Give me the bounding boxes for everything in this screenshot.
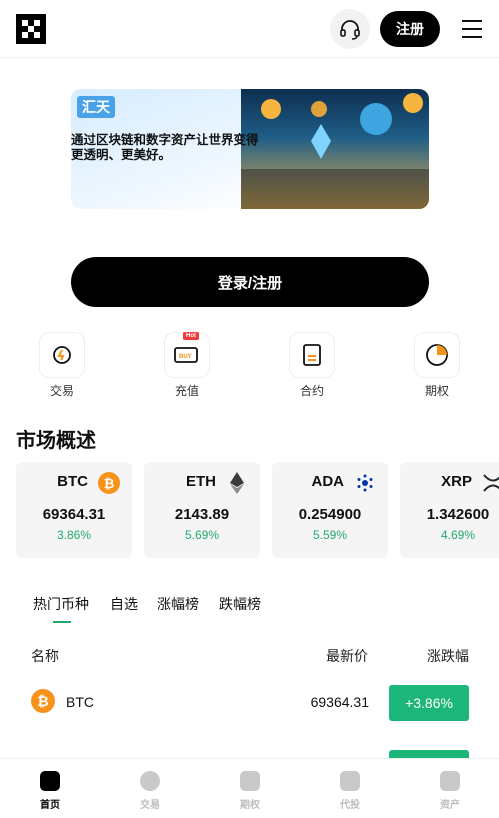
wallet-icon: [440, 771, 460, 791]
options-icon: [414, 332, 460, 378]
card-symbol: BTC: [57, 473, 88, 490]
quick-nav-label: 充值: [174, 384, 199, 398]
quick-nav-contract[interactable]: 合约: [282, 332, 342, 402]
options-icon: [240, 771, 260, 791]
active-tab-indicator: [53, 621, 71, 623]
card-symbol: XRP: [441, 473, 472, 490]
card-price: 2143.89: [174, 506, 230, 523]
headset-icon: [340, 20, 360, 40]
trade-icon: [140, 771, 160, 791]
banner-image: [241, 89, 429, 209]
quick-nav-label: 期权: [424, 384, 449, 398]
card-price: 69364.31: [42, 506, 106, 523]
tab-gainers[interactable]: 涨幅榜: [157, 594, 199, 614]
card-price: 1.342600: [426, 506, 490, 523]
market-card-ada[interactable]: ADA 0.254900 5.59%: [272, 462, 388, 558]
nav-label: 交易: [140, 800, 160, 811]
market-overview-title: 市场概述: [16, 430, 96, 452]
nav-home[interactable]: 首页: [0, 759, 100, 818]
contract-icon: [289, 332, 335, 378]
tab-losers[interactable]: 跌幅榜: [219, 594, 261, 614]
bitcoin-icon: ₿: [31, 689, 55, 713]
column-header-price: 最新价: [326, 648, 368, 664]
row-change-badge[interactable]: +3.86%: [389, 685, 469, 721]
row-price: 69364.31: [310, 694, 369, 710]
tab-favorites[interactable]: 自选: [110, 594, 138, 614]
banner-brand: 汇天: [77, 96, 115, 118]
promo-banner[interactable]: 汇天 通过区块链和数字资产让世界变得更透明、更美好。: [71, 89, 429, 209]
app-page: 注册 汇天 通过区块链和数字资产让世界变得更透明、更美好。 登录/注册 交易 B…: [0, 0, 499, 818]
bottom-nav: 首页 交易 期权 代投 资产: [0, 758, 499, 818]
login-register-button[interactable]: 登录/注册: [71, 257, 429, 307]
nav-label: 首页: [40, 800, 60, 811]
copy-trade-icon: [340, 771, 360, 791]
quick-nav-label: 交易: [49, 384, 74, 398]
nav-options[interactable]: 期权: [200, 759, 300, 818]
xrp-icon: [482, 472, 499, 494]
banner-text: 通过区块链和数字资产让世界变得更透明、更美好。: [71, 133, 259, 162]
quick-nav-deposit[interactable]: BUY Hot 充值: [157, 332, 217, 402]
card-change: 4.69%: [440, 528, 476, 542]
ethereum-icon: [226, 472, 248, 494]
tab-hot[interactable]: 热门币种: [33, 594, 89, 614]
quick-nav-label: 合约: [299, 384, 324, 398]
nav-assets[interactable]: 资产: [400, 759, 499, 818]
column-header-name: 名称: [31, 648, 59, 664]
top-header: 注册: [0, 0, 499, 58]
quick-nav-options[interactable]: 期权: [407, 332, 467, 402]
row-symbol: BTC: [66, 694, 94, 710]
quick-nav-trade[interactable]: 交易: [32, 332, 92, 402]
hot-badge: Hot: [183, 332, 199, 340]
card-price: 0.254900: [298, 506, 362, 523]
nav-label: 资产: [440, 800, 460, 811]
menu-icon[interactable]: [462, 20, 482, 38]
card-change: 5.59%: [312, 528, 348, 542]
cardano-icon: [354, 472, 376, 494]
nav-copy-trade[interactable]: 代投: [300, 759, 400, 818]
trade-icon: [39, 332, 85, 378]
column-header-change: 涨跌幅: [427, 648, 469, 664]
svg-text:BUY: BUY: [179, 354, 192, 360]
nav-trade[interactable]: 交易: [100, 759, 200, 818]
card-change: 3.86%: [56, 528, 92, 542]
market-card-xrp[interactable]: XRP 1.342600 4.69%: [400, 462, 499, 558]
home-icon: [40, 771, 60, 791]
nav-label: 代投: [340, 800, 360, 811]
card-symbol: ETH: [186, 473, 216, 490]
nav-label: 期权: [240, 800, 260, 811]
market-card-eth[interactable]: ETH 2143.89 5.69%: [144, 462, 260, 558]
card-symbol: ADA: [311, 473, 345, 490]
register-button[interactable]: 注册: [380, 11, 440, 47]
logo-icon[interactable]: [16, 14, 46, 44]
market-card-btc[interactable]: BTC ₿ 69364.31 3.86%: [16, 462, 132, 558]
card-change: 5.69%: [184, 528, 220, 542]
bitcoin-icon: ₿: [98, 472, 120, 494]
support-button[interactable]: [330, 9, 370, 49]
